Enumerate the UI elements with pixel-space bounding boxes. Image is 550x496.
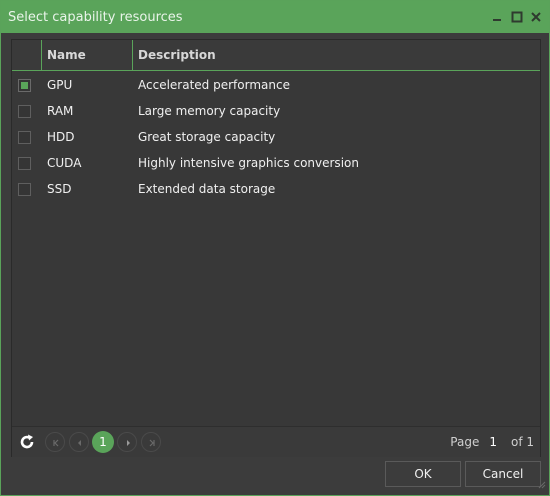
page-number-button[interactable]: 1 bbox=[92, 431, 114, 453]
row-checkbox[interactable] bbox=[18, 157, 31, 170]
row-description: Highly intensive graphics conversion bbox=[138, 156, 359, 170]
ok-button[interactable]: OK bbox=[385, 461, 461, 487]
table-row[interactable]: HDD Great storage capacity bbox=[12, 124, 540, 150]
row-checkbox[interactable] bbox=[18, 183, 31, 196]
table-row[interactable]: SSD Extended data storage bbox=[12, 176, 540, 202]
column-header-name[interactable]: Name bbox=[47, 40, 86, 70]
row-description: Great storage capacity bbox=[138, 130, 276, 144]
last-page-icon[interactable] bbox=[141, 432, 161, 452]
resources-grid: Name Description GPU Accelerated performa… bbox=[11, 39, 541, 457]
column-header-description[interactable]: Description bbox=[138, 40, 216, 70]
row-name: GPU bbox=[47, 78, 73, 92]
row-name: RAM bbox=[47, 104, 74, 118]
page-count: of 1 bbox=[510, 435, 534, 449]
page-info: Page 1 of 1 bbox=[446, 435, 534, 449]
row-name: CUDA bbox=[47, 156, 82, 170]
row-description: Large memory capacity bbox=[138, 104, 281, 118]
cancel-button[interactable]: Cancel bbox=[465, 461, 541, 487]
table-row[interactable]: CUDA Highly intensive graphics conversion bbox=[12, 150, 540, 176]
maximize-icon[interactable] bbox=[509, 9, 525, 25]
row-checkbox[interactable] bbox=[18, 79, 31, 92]
previous-page-icon[interactable] bbox=[69, 432, 89, 452]
first-page-icon[interactable] bbox=[45, 432, 65, 452]
row-description: Extended data storage bbox=[138, 182, 276, 196]
page-label: Page bbox=[450, 435, 480, 449]
table-row[interactable]: GPU Accelerated performance bbox=[12, 72, 540, 98]
grid-rows: GPU Accelerated performance RAM Large memor… bbox=[12, 72, 540, 202]
checkbox-mark-icon bbox=[21, 82, 28, 89]
row-checkbox[interactable] bbox=[18, 131, 31, 144]
row-name: HDD bbox=[47, 130, 75, 144]
row-checkbox[interactable] bbox=[18, 105, 31, 118]
pager: 1 Page 1 of 1 bbox=[12, 426, 540, 457]
dialog-window: Select capability resources Name Descrip… bbox=[0, 0, 550, 496]
title-bar[interactable]: Select capability resources bbox=[1, 1, 549, 33]
refresh-icon[interactable] bbox=[17, 432, 37, 452]
resize-grip-icon[interactable] bbox=[538, 478, 546, 492]
minimize-icon[interactable] bbox=[489, 9, 505, 25]
row-description: Accelerated performance bbox=[138, 78, 290, 92]
grid-header: Name Description bbox=[12, 40, 540, 71]
next-page-icon[interactable] bbox=[117, 432, 137, 452]
row-name: SSD bbox=[47, 182, 72, 196]
close-icon[interactable] bbox=[528, 9, 544, 25]
table-row[interactable]: RAM Large memory capacity bbox=[12, 98, 540, 124]
page-input[interactable]: 1 bbox=[489, 435, 497, 449]
window-title: Select capability resources bbox=[8, 10, 183, 25]
